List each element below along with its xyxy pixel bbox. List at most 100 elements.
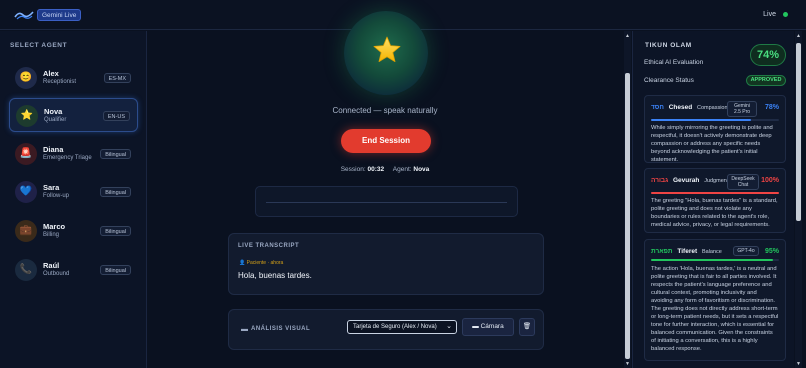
scrollbar-thumb[interactable]	[625, 73, 630, 359]
connection-status: Connected — speak naturally	[332, 106, 438, 115]
session-timer: 00:32	[367, 166, 385, 173]
evaluation-title: TIKUN OLAM	[645, 42, 692, 49]
scroll-down-icon[interactable]: ▼	[624, 361, 631, 367]
evaluation-subtitle: Ethical AI Evaluation	[644, 59, 704, 66]
agent-name: Alex	[43, 69, 59, 78]
current-agent-name: Nova	[413, 166, 430, 173]
scroll-up-icon[interactable]: ▲	[624, 33, 631, 39]
agent-orb	[344, 11, 428, 95]
visual-analysis-title: ANÁLISIS VISUAL	[251, 326, 311, 332]
agent-name: Diana	[43, 145, 64, 154]
agent-role: Outbound	[43, 271, 70, 277]
agent-role: Emergency Triage	[43, 155, 92, 161]
heart-icon: 💙	[15, 181, 37, 203]
evaluation-panel: TIKUN OLAM Ethical AI Evaluation 74% Cle…	[632, 31, 794, 368]
smiley-icon: 😊	[15, 67, 37, 89]
transcript-speaker: 👤 Paciente · ahora	[239, 260, 283, 266]
agent-language-badge: Bilingual	[100, 226, 131, 236]
waveform-line	[266, 202, 507, 203]
agent-card-diana[interactable]: 🚨 Diana Emergency Triage Bilingual	[9, 137, 138, 171]
session-panel: Connected — speak naturally End Session …	[148, 11, 622, 368]
score-bar-fill	[651, 259, 773, 261]
audio-waveform	[255, 186, 518, 217]
live-indicator-icon	[783, 12, 788, 17]
user-icon: 👤	[239, 260, 246, 266]
star-icon	[373, 36, 401, 62]
camera-icon: ▬	[472, 323, 479, 330]
transcript-title: LIVE TRANSCRIPT	[238, 243, 300, 249]
sefira-name: Gevurah	[673, 177, 700, 184]
agent-role: Follow-up	[43, 193, 70, 199]
session-info: Session: 00:32 Agent: Nova	[148, 166, 622, 173]
scroll-up-icon[interactable]: ▲	[795, 33, 802, 39]
live-status-label: Live	[763, 11, 776, 18]
sefira-rationale: The action 'Hola, buenas tardes,' is a n…	[651, 266, 779, 352]
delete-button[interactable]: 🗑	[519, 318, 535, 336]
score-bar-fill	[651, 119, 751, 121]
document-type-select[interactable]: Tarjeta de Seguro (Alex / Nova) ⌄	[347, 320, 457, 334]
sefira-hebrew: גבורה	[651, 177, 669, 184]
agent-card-raul[interactable]: 📞 Raúl Outbound Bilingual	[9, 253, 138, 287]
brand-badge: Gemini Live	[37, 9, 82, 21]
clearance-status-badge: APPROVED	[746, 75, 786, 86]
transcript-card: LIVE TRANSCRIPT 👤 Paciente · ahora Hola,…	[228, 233, 544, 295]
sefira-score: 78%	[764, 104, 779, 111]
agent-name: Nova	[44, 107, 63, 116]
sefira-card-chesed: חסד Chesed Compassion Gemini 2.5 Pro 78%…	[644, 95, 786, 163]
agent-card-sara[interactable]: 💙 Sara Follow-up Bilingual	[9, 175, 138, 209]
agent-role: Qualifier	[44, 117, 67, 123]
sefira-score: 95%	[764, 248, 779, 255]
visual-analysis-card: ▬ ANÁLISIS VISUAL Tarjeta de Seguro (Ale…	[228, 309, 544, 350]
model-badge: GPT-4o	[733, 246, 759, 256]
agent-language-badge: Bilingual	[100, 187, 131, 197]
sefira-hebrew: תפארת	[651, 248, 673, 255]
agent-name: Raúl	[43, 261, 60, 270]
camera-button[interactable]: ▬ Cámara	[462, 318, 514, 336]
agent-card-nova[interactable]: ⭐ Nova Qualifier EN-US	[9, 98, 138, 132]
clearance-label: Clearance Status	[644, 77, 694, 84]
speaker-label: Paciente · ahora	[246, 260, 284, 266]
logo-icon	[14, 11, 34, 20]
agent-card-marco[interactable]: 💼 Marco Billing Bilingual	[9, 214, 138, 248]
sefira-card-gevurah: גבורה Gevurah Judgment DeepSeek Chat 100…	[644, 168, 786, 233]
agent-name: Sara	[43, 183, 60, 192]
star-icon: ⭐	[16, 105, 38, 127]
model-badge: DeepSeek Chat	[727, 174, 759, 190]
overall-score: 74%	[750, 44, 786, 66]
camera-button-label: Cámara	[480, 323, 504, 330]
end-session-button[interactable]: End Session	[341, 129, 431, 153]
scroll-down-icon[interactable]: ▼	[795, 361, 802, 367]
sefira-hebrew: חסד	[651, 104, 664, 111]
score-bar	[651, 192, 779, 194]
trash-icon: 🗑	[522, 323, 532, 330]
model-badge: Gemini 2.5 Pro	[727, 101, 757, 117]
briefcase-icon: 💼	[15, 220, 37, 242]
score-bar	[651, 259, 779, 261]
sefira-header: תפארת Tiferet Balance	[651, 248, 722, 255]
session-label: Session:	[340, 166, 366, 173]
agent-card-alex[interactable]: 😊 Alex Receptionist ES-MX	[9, 61, 138, 95]
sefira-header: גבורה Gevurah Judgment	[651, 177, 728, 184]
score-bar	[651, 119, 779, 121]
agent-role: Billing	[43, 232, 60, 238]
scrollbar-thumb[interactable]	[796, 43, 801, 221]
sefira-role: Balance	[701, 249, 722, 255]
sefira-name: Chesed	[668, 104, 693, 111]
sefira-score: 100%	[761, 177, 779, 184]
agent-role: Receptionist	[43, 79, 77, 85]
scan-icon: ▬	[241, 326, 248, 333]
agent-label: Agent:	[392, 166, 412, 173]
chevron-down-icon: ⌄	[446, 323, 452, 330]
agent-language-badge: Bilingual	[100, 149, 131, 159]
main-scrollbar[interactable]: ▲ ▼	[624, 31, 631, 368]
sefira-rationale: The greeting "Hola, buenas tardes" is a …	[651, 198, 778, 228]
transcript-text: Hola, buenas tardes.	[238, 271, 312, 280]
select-value: Tarjeta de Seguro (Alex / Nova)	[353, 324, 437, 330]
score-bar-fill	[651, 192, 779, 194]
sefira-role: Judgment	[704, 178, 729, 184]
sefira-card-tiferet: תפארת Tiferet Balance GPT-4o 95% The act…	[644, 239, 786, 361]
phone-icon: 📞	[15, 259, 37, 281]
agent-name: Marco	[43, 222, 66, 231]
evaluation-scrollbar[interactable]: ▲ ▼	[795, 31, 802, 368]
agent-language-badge: Bilingual	[100, 265, 131, 275]
